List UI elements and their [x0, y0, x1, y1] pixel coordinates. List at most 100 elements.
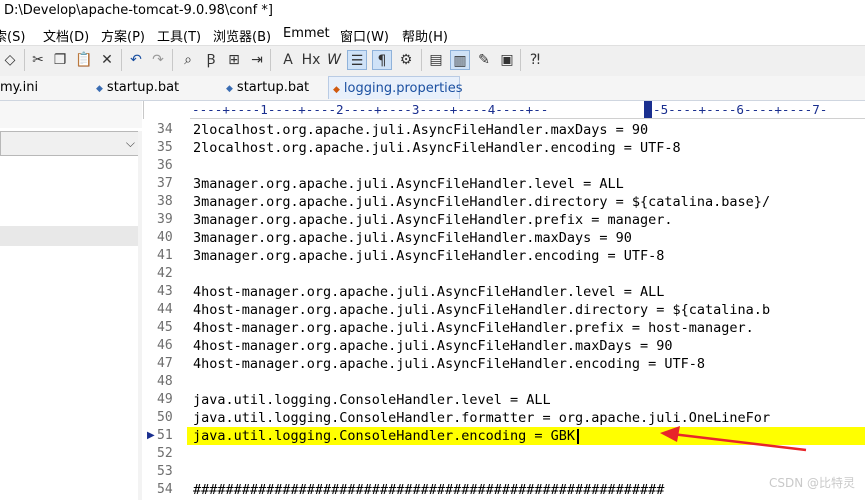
code-line[interactable] [190, 463, 865, 481]
code-line-text: 4host-manager.org.apache.juli.AsyncFileH… [193, 284, 665, 300]
code-line-text: 2localhost.org.apache.juli.AsyncFileHand… [193, 122, 649, 138]
chevron-down-icon[interactable]: ⌵ [126, 136, 135, 151]
line-number: 49 [157, 392, 173, 407]
ruler-marks: ----+----1----+----2----+----3----+----4… [192, 102, 549, 117]
line-number: 51 [157, 428, 173, 443]
document-icon: ◆ [226, 84, 233, 94]
help-icon[interactable]: ⁈ [525, 50, 545, 70]
code-line-text: 3manager.org.apache.juli.AsyncFileHandle… [193, 212, 673, 228]
find-icon[interactable]: ⌕ [178, 50, 198, 70]
menu-help[interactable]: 帮助(H) [402, 26, 448, 45]
document-tab-bar: my.ini ◆ startup.bat ◆ startup.bat ◆ loggin… [0, 76, 865, 101]
code-line[interactable] [190, 157, 865, 175]
tab-logging-properties[interactable]: ◆ logging.properties [328, 76, 463, 99]
code-line[interactable] [190, 445, 865, 463]
menu-scheme[interactable]: 方案(P) [101, 26, 145, 45]
menu-emmet[interactable]: Emmet [283, 26, 330, 41]
tab-label: my.ini [0, 80, 39, 95]
ruler-cursor-marker [644, 101, 652, 118]
text-caret [577, 429, 579, 444]
menu-document[interactable]: 文档(D) [43, 26, 89, 45]
code-line[interactable]: 3manager.org.apache.juli.AsyncFileHandle… [190, 175, 865, 193]
window-title: D:\Develop\apache-tomcat-9.0.98\conf *] [4, 3, 273, 18]
split-view-icon[interactable]: ▥ [450, 50, 470, 70]
tab-startup-bat-2[interactable]: ◆ startup.bat [222, 76, 332, 99]
toggle-panel-icon[interactable]: ◇ [0, 50, 20, 70]
current-line-marker-icon: ▶ [147, 430, 155, 441]
code-line[interactable]: 2localhost.org.apache.juli.AsyncFileHand… [190, 139, 865, 157]
word-wrap-icon[interactable]: W [324, 50, 344, 70]
code-line-text: 4host-manager.org.apache.juli.AsyncFileH… [193, 356, 706, 372]
code-line[interactable]: 4host-manager.org.apache.juli.AsyncFileH… [190, 283, 865, 301]
code-line-text: 4host-manager.org.apache.juli.AsyncFileH… [193, 302, 771, 318]
code-line-text: 2localhost.org.apache.juli.AsyncFileHand… [193, 140, 681, 156]
code-line[interactable]: java.util.logging.ConsoleHandler.formatt… [190, 409, 865, 427]
window-list-icon[interactable]: ▤ [426, 50, 446, 70]
font-icon[interactable]: A [278, 50, 298, 70]
code-line[interactable]: 4host-manager.org.apache.juli.AsyncFileH… [190, 301, 865, 319]
redo-icon[interactable]: ↷ [148, 50, 168, 70]
code-line[interactable]: 3manager.org.apache.juli.AsyncFileHandle… [190, 229, 865, 247]
line-number: 43 [157, 284, 173, 299]
code-line[interactable]: java.util.logging.ConsoleHandler.level =… [190, 391, 865, 409]
find-in-files-icon[interactable]: ⊞ [224, 50, 244, 70]
code-line[interactable]: 4host-manager.org.apache.juli.AsyncFileH… [190, 319, 865, 337]
line-number: 50 [157, 410, 173, 425]
line-number: 34 [157, 122, 173, 137]
delete-icon[interactable]: ✕ [97, 50, 117, 70]
browser-preview-icon[interactable]: ▣ [497, 50, 517, 70]
code-line[interactable] [190, 373, 865, 391]
line-number: 47 [157, 356, 173, 371]
document-icon: ◆ [96, 84, 103, 94]
line-number: 52 [157, 446, 173, 461]
sidebar-header [0, 101, 142, 128]
hex-icon[interactable]: Hx [301, 50, 321, 70]
cut-icon[interactable]: ✂ [28, 50, 48, 70]
sidebar-folder-select[interactable]: ⌵ [0, 131, 140, 156]
code-line-text: 3manager.org.apache.juli.AsyncFileHandle… [193, 230, 632, 246]
code-line-text: java.util.logging.ConsoleHandler.encodin… [193, 428, 576, 444]
clip-icon[interactable]: ✎ [474, 50, 494, 70]
sidebar-selected-item[interactable] [0, 226, 138, 246]
undo-icon[interactable]: ↶ [126, 50, 146, 70]
tab-my-ini[interactable]: my.ini [0, 76, 90, 99]
menu-search[interactable]: 索(S) [0, 26, 25, 45]
line-numbers-icon[interactable]: ☰ [347, 50, 367, 70]
replace-icon[interactable]: Ꞵ [201, 50, 221, 70]
line-number: 39 [157, 212, 173, 227]
code-line[interactable]: 3manager.org.apache.juli.AsyncFileHandle… [190, 193, 865, 211]
tab-startup-bat-1[interactable]: ◆ startup.bat [92, 76, 204, 99]
line-number: 40 [157, 230, 173, 245]
line-number: 41 [157, 248, 173, 263]
line-number: 36 [157, 158, 173, 173]
toolbar-separator [520, 49, 521, 71]
sidebar-scrollbar[interactable] [138, 131, 142, 500]
code-line-text: 3manager.org.apache.juli.AsyncFileHandle… [193, 194, 771, 210]
copy-icon[interactable]: ❐ [50, 50, 70, 70]
tab-label: logging.properties [343, 81, 463, 96]
line-number: 54 [157, 482, 173, 497]
code-line[interactable]: ########################################… [190, 481, 865, 499]
menu-window[interactable]: 窗口(W) [340, 26, 389, 45]
line-number-gutter: 34 35 36 37 38 39 40 41 42 43 44 45 46 47 48 49 50 51 52 53… [143, 119, 190, 500]
modified-document-icon: ◆ [333, 85, 340, 95]
paste-icon[interactable]: 📋 [74, 50, 94, 70]
line-number: 38 [157, 194, 173, 209]
line-number: 53 [157, 464, 173, 479]
code-line[interactable]: 4host-manager.org.apache.juli.AsyncFileH… [190, 355, 865, 373]
menu-browser[interactable]: 浏览器(B) [213, 26, 271, 45]
toolbar-separator [270, 49, 271, 71]
code-line[interactable]: 3manager.org.apache.juli.AsyncFileHandle… [190, 247, 865, 265]
code-line[interactable] [190, 265, 865, 283]
line-number: 44 [157, 302, 173, 317]
settings-icon[interactable]: ⚙ [396, 50, 416, 70]
code-line[interactable]: java.util.logging.ConsoleHandler.encodin… [190, 427, 865, 445]
code-line[interactable]: 2localhost.org.apache.juli.AsyncFileHand… [190, 121, 865, 139]
code-line[interactable]: 4host-manager.org.apache.juli.AsyncFileH… [190, 337, 865, 355]
code-editor[interactable]: 2localhost.org.apache.juli.AsyncFileHand… [190, 119, 865, 500]
show-chars-icon[interactable]: ¶ [372, 50, 392, 70]
menu-tools[interactable]: 工具(T) [157, 26, 201, 45]
code-line-text: 4host-manager.org.apache.juli.AsyncFileH… [193, 320, 754, 336]
code-line[interactable]: 3manager.org.apache.juli.AsyncFileHandle… [190, 211, 865, 229]
goto-icon[interactable]: ⇥ [247, 50, 267, 70]
